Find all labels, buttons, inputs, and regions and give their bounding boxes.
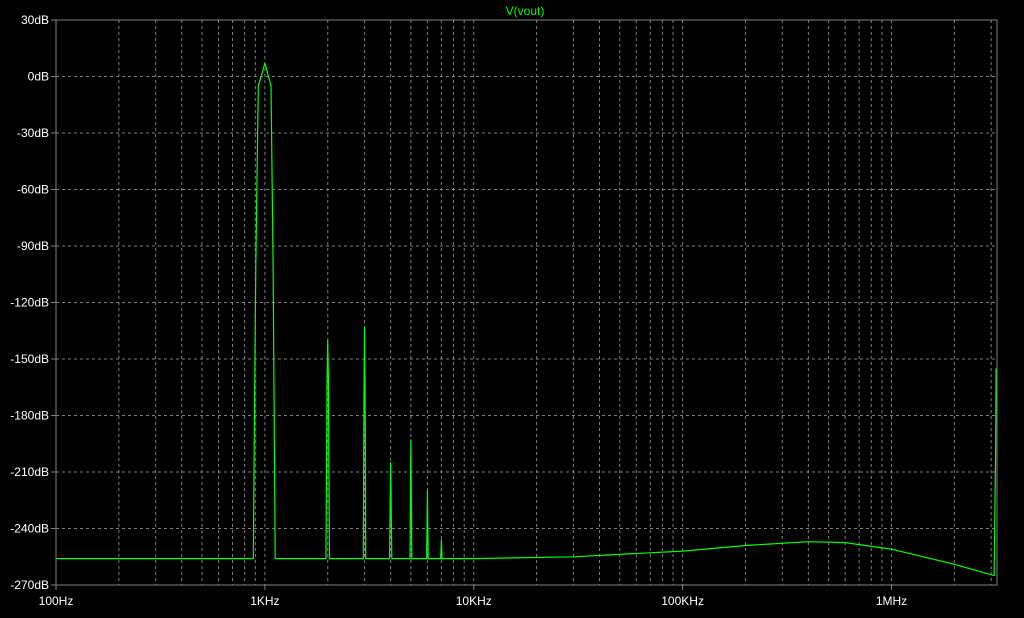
x-tick-label: 10KHz (456, 594, 492, 608)
y-tick-label: 0dB (28, 70, 49, 84)
y-tick-label: -90dB (17, 239, 49, 253)
bode-plot-window: 30dB 0dB -30dB -60dB -90dB -120dB -150dB -180dB… (0, 0, 1024, 613)
x-tick-label: 1KHz (250, 594, 279, 608)
y-tick-label: -240dB (10, 522, 49, 536)
y-tick-label: -210dB (10, 465, 49, 479)
x-tick-label: 1MHz (876, 594, 907, 608)
y-tick-label: -120dB (10, 296, 49, 310)
y-tick-label: 30dB (21, 13, 49, 27)
trace-title[interactable]: V(vout) (506, 4, 545, 18)
y-tick-label: -270dB (10, 578, 49, 592)
y-tick-label: -60dB (17, 183, 49, 197)
y-tick-label: -180dB (10, 409, 49, 423)
plot-svg: 30dB 0dB -30dB -60dB -90dB -120dB -150dB -180dB… (0, 0, 1024, 613)
x-tick-label: 100Hz (39, 594, 74, 608)
y-tick-label: -30dB (17, 126, 49, 140)
x-tick-label: 100KHz (661, 594, 704, 608)
y-tick-label: -150dB (10, 352, 49, 366)
plot-background (0, 0, 1024, 613)
